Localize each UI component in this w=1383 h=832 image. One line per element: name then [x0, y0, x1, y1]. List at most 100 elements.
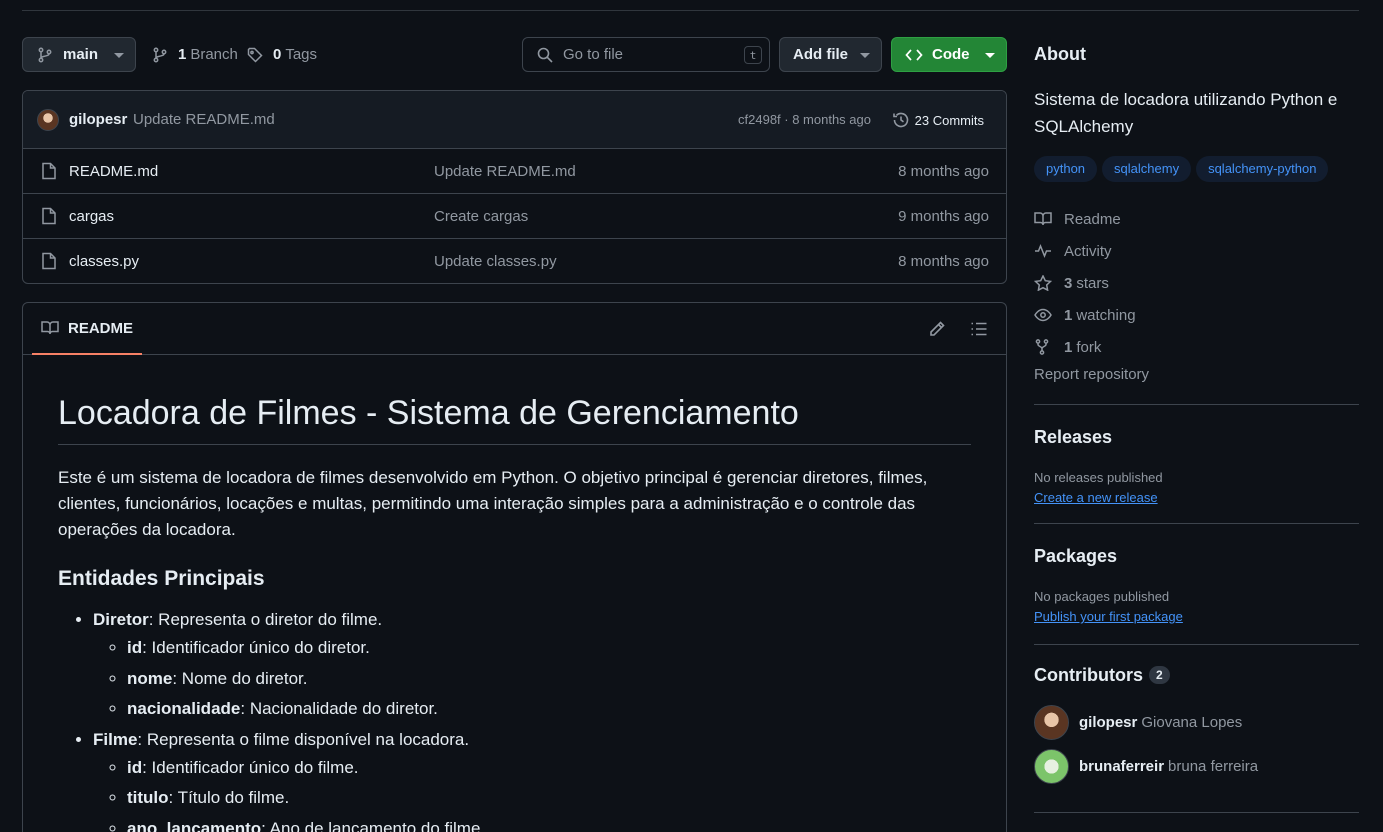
- list-item: nome: Nome do diretor.: [127, 666, 971, 692]
- tab-readme[interactable]: README: [32, 303, 143, 355]
- about-description: Sistema de locadora utilizando Python e …: [1034, 90, 1338, 136]
- file-commit-date: 9 months ago: [898, 208, 989, 225]
- commits-count: 23 Commits: [914, 112, 984, 128]
- file-commit-message[interactable]: Update README.md: [434, 163, 576, 180]
- file-name-link[interactable]: classes.py: [69, 253, 139, 270]
- file-row-classes[interactable]: classes.py Update classes.py 8 months ag…: [23, 239, 1006, 283]
- repo-forked-icon: [1035, 339, 1049, 355]
- contributors-heading[interactable]: Contributors 2: [1034, 665, 1170, 686]
- file-row-cargas[interactable]: cargas Create cargas 9 months ago: [23, 194, 1006, 239]
- repo-toolbar: main 1 Branch 0 Tags Go to file t Add fi…: [22, 37, 1007, 72]
- section-divider: [1034, 812, 1359, 813]
- report-repository-link[interactable]: Report repository: [1034, 366, 1149, 383]
- field-list: id: Identificador único do filme. titulo…: [93, 755, 971, 832]
- contributor-username[interactable]: brunaferreir: [1079, 758, 1164, 775]
- fork-count: 1: [1064, 338, 1073, 356]
- fork-label: fork: [1076, 338, 1102, 356]
- latest-commit-row: gilopesr Update README.md cf2498f · 8 mo…: [23, 91, 1006, 149]
- file-commit-message[interactable]: Update classes.py: [434, 253, 557, 270]
- chevron-down-icon: [114, 53, 124, 58]
- field-name: titulo: [127, 788, 169, 808]
- commits-history-link[interactable]: 23 Commits: [892, 111, 984, 129]
- readme-panel: README Locadora de Filmes - Sistema de G…: [22, 302, 1007, 832]
- field-list: id: Identificador único do diretor. nome…: [93, 635, 971, 722]
- list-outline-icon[interactable]: [970, 320, 988, 338]
- readme-link[interactable]: Readme: [1034, 203, 1136, 235]
- branch-selector-button[interactable]: main: [22, 37, 136, 72]
- star-icon: [1034, 275, 1052, 291]
- branches-link[interactable]: 1 Branch: [152, 37, 238, 72]
- section-divider: [1034, 404, 1359, 405]
- about-links: Readme Activity 3 stars 1 watching 1 for…: [1034, 203, 1136, 363]
- topic-tag[interactable]: sqlalchemy: [1102, 156, 1192, 182]
- git-branch-icon: [153, 47, 167, 62]
- field-desc: : Título do filme.: [168, 788, 290, 808]
- stars-label: stars: [1076, 274, 1109, 292]
- contributor-username[interactable]: gilopesr: [1079, 714, 1137, 731]
- code-button[interactable]: Code: [891, 37, 1007, 72]
- commit-message-link[interactable]: Update README.md: [133, 111, 275, 128]
- list-item: ano_lancamento: Ano de lançamento do fil…: [127, 816, 971, 832]
- contributor-item[interactable]: gilopesr Giovana Lopes: [1034, 705, 1242, 740]
- fork-link[interactable]: 1 fork: [1034, 331, 1136, 363]
- avatar[interactable]: [1034, 749, 1069, 784]
- readme-section-heading: Entidades Principais: [58, 567, 265, 591]
- activity-link-label: Activity: [1064, 242, 1112, 260]
- section-divider: [1034, 523, 1359, 524]
- readme-link-label: Readme: [1064, 210, 1121, 228]
- chevron-down-icon: [860, 53, 870, 58]
- list-item: titulo: Título do filme.: [127, 785, 971, 811]
- stars-count: 3: [1064, 274, 1073, 292]
- file-name-link[interactable]: cargas: [69, 208, 114, 225]
- field-desc: : Nome do diretor.: [172, 668, 308, 688]
- field-name: nome: [127, 668, 173, 688]
- file-commit-date: 8 months ago: [898, 163, 989, 180]
- chevron-down-icon: [985, 53, 995, 58]
- stars-link[interactable]: 3 stars: [1034, 267, 1136, 299]
- activity-link[interactable]: Activity: [1034, 235, 1136, 267]
- create-release-link[interactable]: Create a new release: [1034, 490, 1158, 505]
- releases-heading[interactable]: Releases: [1034, 427, 1112, 448]
- branches-count: 1: [178, 46, 187, 63]
- keyboard-shortcut-hint: t: [744, 46, 762, 64]
- packages-heading[interactable]: Packages: [1034, 546, 1117, 567]
- topic-tag[interactable]: python: [1034, 156, 1098, 182]
- field-desc: : Identificador único do filme.: [142, 757, 359, 777]
- watching-link[interactable]: 1 watching: [1034, 299, 1136, 331]
- go-to-file-input[interactable]: Go to file t: [522, 37, 770, 72]
- history-icon: [892, 112, 908, 128]
- git-branch-icon: [38, 47, 52, 62]
- file-icon: [42, 162, 56, 180]
- tags-link[interactable]: 0 Tags: [247, 37, 317, 72]
- top-divider: [22, 10, 1359, 11]
- file-row-readme[interactable]: README.md Update README.md 8 months ago: [23, 149, 1006, 194]
- tag-icon: [247, 47, 263, 63]
- list-item: Diretor: Representa o diretor do filme. …: [93, 607, 971, 722]
- contributor-fullname: bruna ferreira: [1168, 758, 1259, 775]
- file-icon: [42, 207, 56, 225]
- list-item: Filme: Representa o filme disponível na …: [93, 727, 971, 832]
- readme-title: Locadora de Filmes - Sistema de Gerencia…: [58, 394, 971, 446]
- field-name: ano_lancamento: [127, 818, 262, 832]
- field-desc: : Identificador único do diretor.: [142, 638, 370, 658]
- about-heading: About: [1034, 44, 1086, 64]
- watching-label: watching: [1076, 306, 1136, 324]
- file-name-link[interactable]: README.md: [69, 163, 158, 180]
- avatar[interactable]: [37, 109, 59, 131]
- book-icon: [41, 321, 59, 335]
- commit-hash-link[interactable]: cf2498f · 8 months ago: [738, 112, 871, 127]
- contributor-fullname: Giovana Lopes: [1141, 714, 1243, 731]
- contributor-item[interactable]: brunaferreir bruna ferreira: [1034, 749, 1258, 784]
- pencil-icon[interactable]: [928, 320, 946, 338]
- file-browser: gilopesr Update README.md cf2498f · 8 mo…: [22, 90, 1007, 284]
- add-file-label: Add file: [793, 46, 848, 63]
- add-file-button[interactable]: Add file: [779, 37, 882, 72]
- readme-header: README: [23, 303, 1006, 355]
- field-desc: : Ano de lançamento do filme.: [261, 818, 486, 832]
- commit-author-link[interactable]: gilopesr: [69, 111, 127, 128]
- avatar[interactable]: [1034, 705, 1069, 740]
- file-commit-message[interactable]: Create cargas: [434, 208, 528, 225]
- topic-tag[interactable]: sqlalchemy-python: [1196, 156, 1329, 182]
- publish-package-link[interactable]: Publish your first package: [1034, 609, 1183, 624]
- readme-tab-label: README: [68, 319, 134, 337]
